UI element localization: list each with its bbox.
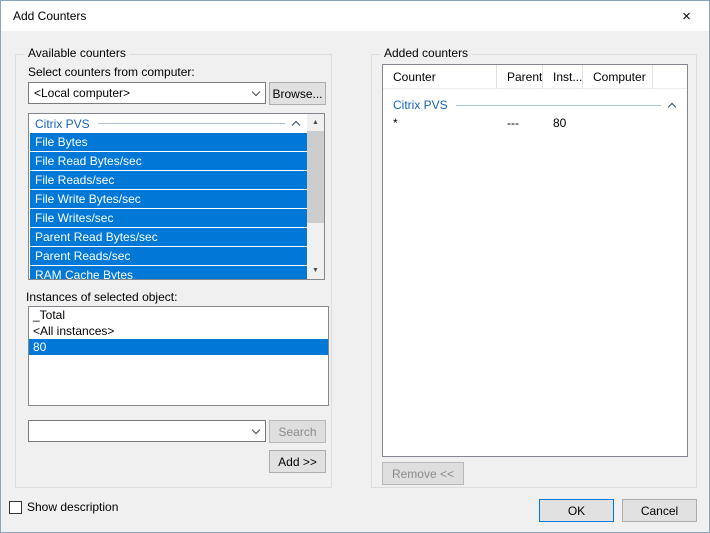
counter-row[interactable]: File Read Bytes/sec [30,152,307,170]
checkbox[interactable] [9,501,22,514]
remove-button[interactable]: Remove << [382,462,464,485]
counter-group-header-row[interactable]: Citrix PVS [29,114,307,133]
column-header[interactable]: Parent [497,65,543,89]
available-counters-group-label: Available counters [24,46,130,60]
added-table-header: CounterParentInst...Computer [383,65,687,89]
added-table-body: *---80 [383,114,687,132]
counter-row[interactable]: File Bytes [30,133,307,151]
scroll-down-button[interactable]: ▼ [307,262,324,279]
close-icon: × [682,9,691,24]
column-header[interactable]: Computer [583,65,653,89]
cancel-button[interactable]: Cancel [622,499,697,522]
close-button[interactable]: × [664,1,709,31]
counter-row[interactable]: RAM Cache Bytes [30,266,307,280]
cell-computer [583,114,653,132]
computer-combobox[interactable]: <Local computer> [28,82,266,104]
chevron-down-icon[interactable] [246,421,265,441]
added-counters-group-label: Added counters [380,46,472,60]
added-group-header-row[interactable]: Citrix PVS [383,96,687,114]
add-counters-dialog: Add Counters × Available counters Select… [0,0,710,533]
ok-button[interactable]: OK [539,499,614,522]
counter-row[interactable]: Parent Reads/sec [30,247,307,265]
collapse-chevron-icon [668,102,676,110]
instance-row[interactable]: _Total [29,307,328,323]
show-description-checkbox[interactable]: Show description [9,500,118,514]
available-counters-group: Available counters Select counters from … [15,54,332,488]
group-header-line [456,105,661,106]
counters-list: Citrix PVS File BytesFile Read Bytes/sec… [28,113,325,280]
counter-group-label: Citrix PVS [35,117,90,131]
group-header-line [98,123,285,124]
counter-list-scrollbar[interactable]: ▲ ▼ [307,114,324,279]
cell-parent: --- [497,114,543,132]
counter-row[interactable]: File Write Bytes/sec [30,190,307,208]
counter-row[interactable]: File Writes/sec [30,209,307,227]
instance-row[interactable]: 80 [29,339,328,355]
scrollbar-thumb[interactable] [307,131,324,223]
cell-instance: 80 [543,114,583,132]
added-counters-table: CounterParentInst...Computer Citrix PVS … [382,64,688,457]
cell-counter: * [383,114,497,132]
collapse-chevron-icon [292,121,300,129]
dialog-title: Add Counters [13,1,86,31]
computer-combobox-value: <Local computer> [29,86,246,100]
search-button[interactable]: Search [269,420,326,443]
column-header[interactable]: Counter [383,65,497,89]
search-combobox[interactable] [28,420,266,442]
added-group-label: Citrix PVS [393,98,448,112]
added-counter-row[interactable]: *---80 [383,114,687,132]
instances-label: Instances of selected object: [26,290,177,304]
instances-listbox: _Total<All instances>80 [28,306,329,406]
scroll-up-icon: ▲ [312,119,319,126]
titlebar: Add Counters × [1,1,709,31]
counter-list-body: File BytesFile Read Bytes/secFile Reads/… [29,133,324,280]
column-header[interactable]: Inst... [543,65,583,89]
counter-row[interactable]: Parent Read Bytes/sec [30,228,307,246]
scroll-down-icon: ▼ [312,267,319,274]
instance-row[interactable]: <All instances> [29,323,328,339]
chevron-down-icon[interactable] [246,83,265,103]
added-counters-group: Added counters CounterParentInst...Compu… [371,54,697,488]
select-counters-label: Select counters from computer: [28,65,195,79]
browse-button[interactable]: Browse... [269,82,326,105]
add-button[interactable]: Add >> [269,450,326,473]
show-description-label: Show description [27,500,118,514]
scroll-up-button[interactable]: ▲ [307,114,324,131]
counter-row[interactable]: File Reads/sec [30,171,307,189]
